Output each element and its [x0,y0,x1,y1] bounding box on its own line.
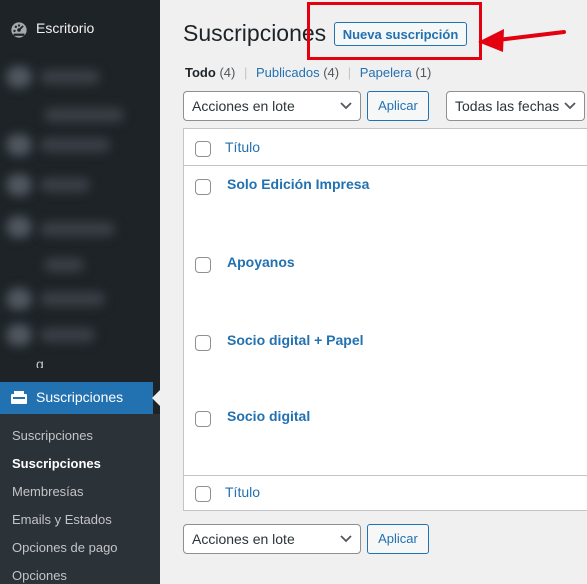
admin-sidebar: Escritorio g Suscripciones Suscripciones… [0,0,160,584]
submenu-item-payment-options[interactable]: Opciones de pago [12,540,118,555]
subscriptions-submenu: Suscripciones Suscripciones Membresías E… [0,414,160,584]
date-filter-value: Todas las fechas [455,98,560,114]
filter-published-count: (4) [323,65,340,80]
row-checkbox[interactable] [195,335,211,351]
bulk-actions-select-bottom[interactable]: Acciones en lote [183,524,361,554]
submenu-item-subscriptions-parent[interactable]: Suscripciones [12,428,93,443]
sidebar-item-subscriptions[interactable]: Suscripciones [0,382,153,414]
row-title-link[interactable]: Socio digital + Papel [227,332,364,348]
submenu-item-options[interactable]: Opciones [12,568,67,583]
chevron-down-icon [564,102,576,110]
date-filter-select[interactable]: Todas las fechas [446,91,585,121]
filter-trash-link[interactable]: Papelera [360,65,412,80]
status-filter-links: Todo (4) | Publicados (4) | Papelera (1) [185,65,431,80]
table-row: Apoyanos [184,243,587,321]
select-all-checkbox-footer[interactable] [195,486,211,502]
table-footer: Título [184,475,587,510]
active-menu-pointer [152,390,160,406]
subscriptions-table: Título Solo Edición Impresa Apoyanos Soc… [183,128,587,511]
highlight-annotation-box [307,2,482,60]
apply-bulk-button-bottom[interactable]: Aplicar [367,524,429,554]
sidebar-partial-label: g [36,356,44,368]
filter-all-link[interactable]: Todo [185,65,216,80]
select-all-checkbox[interactable] [195,141,211,157]
table-row: Socio digital + Papel [184,321,587,399]
submenu-item-subscriptions[interactable]: Suscripciones [12,456,101,471]
blurred-menu-items [0,52,160,364]
dashboard-icon [10,21,28,42]
row-checkbox[interactable] [195,179,211,195]
filter-published-link[interactable]: Publicados [256,65,320,80]
column-title-header[interactable]: Título [225,139,260,155]
table-row: Solo Edición Impresa [184,165,587,243]
sidebar-item-label: Suscripciones [36,389,124,405]
table-row: Socio digital [184,399,587,477]
row-checkbox[interactable] [195,411,211,427]
filter-separator: | [243,65,248,80]
bulk-actions-value: Acciones en lote [192,98,295,114]
filter-separator: | [347,65,352,80]
red-arrow-icon [478,29,566,52]
submenu-item-memberships[interactable]: Membresías [12,484,84,499]
chevron-down-icon [340,102,352,110]
sidebar-item-dashboard[interactable]: Escritorio [0,14,160,44]
row-checkbox[interactable] [195,257,211,273]
sidebar-item-label: Escritorio [36,20,95,36]
row-title-link[interactable]: Socio digital [227,408,310,424]
filter-all-count: (4) [219,65,236,80]
filter-trash-count: (1) [415,65,432,80]
table-header: Título [184,129,587,166]
row-title-link[interactable]: Apoyanos [227,254,295,270]
submenu-item-emails-states[interactable]: Emails y Estados [12,512,112,527]
chevron-down-icon [340,535,352,543]
subscriptions-icon [10,390,28,409]
bulk-actions-select[interactable]: Acciones en lote [183,91,361,121]
apply-bulk-button[interactable]: Aplicar [367,91,429,121]
row-title-link[interactable]: Solo Edición Impresa [227,176,369,192]
column-title-footer[interactable]: Título [225,484,260,500]
page-title: Suscripciones [183,20,327,46]
bulk-actions-value: Acciones en lote [192,531,295,547]
